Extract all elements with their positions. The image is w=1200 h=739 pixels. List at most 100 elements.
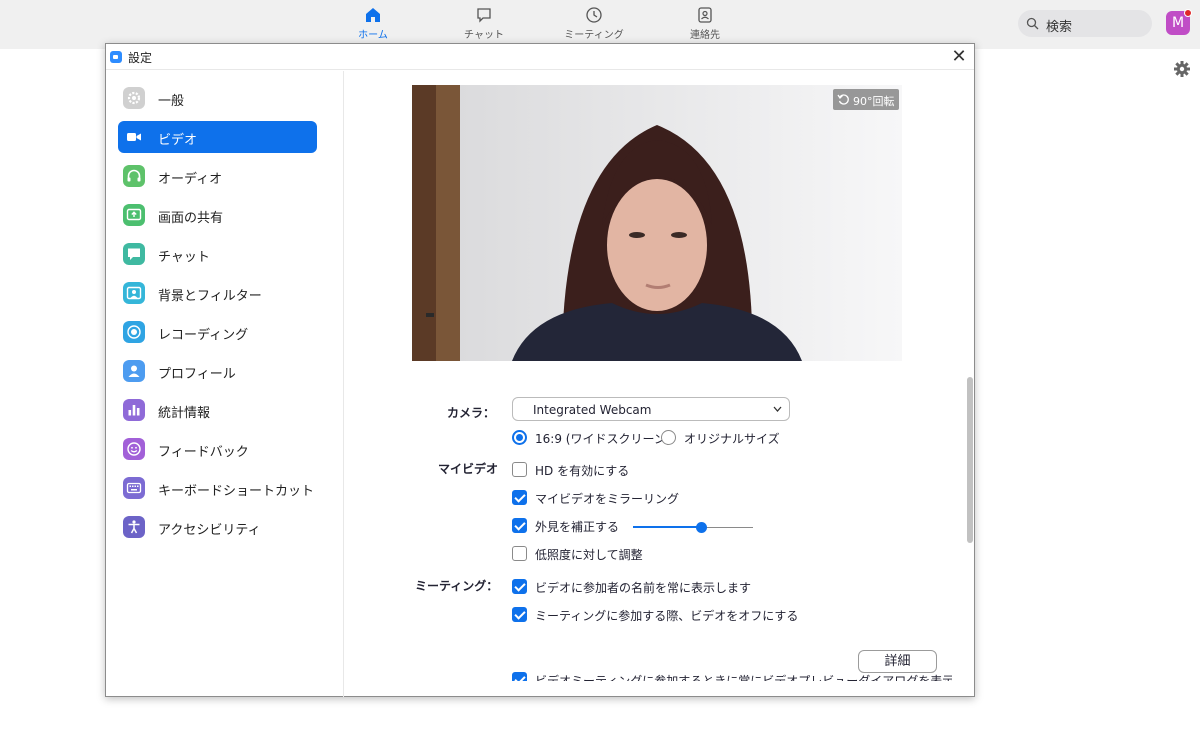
sidebar-item-audio[interactable]: オーディオ [118,160,317,192]
rotate-icon [837,94,849,105]
slider-fill [633,526,701,528]
radio-16-9-label: 16:9 (ワイドスクリーン) [535,432,671,446]
checkbox-turn-off-video[interactable] [512,607,527,622]
chat-bubble-icon [123,243,145,265]
sidebar-item-keyboard-shortcuts[interactable]: キーボードショートカット [118,472,317,504]
home-icon [366,8,380,22]
sidebar-item-label: キーボードショートカット [158,484,315,499]
sidebar-item-label: レコーディング [158,328,249,343]
nav-meetings-tab[interactable]: ミーティング [554,6,634,41]
my-video-label: マイビデオ [438,462,499,476]
aspect-ratio-group: 16:9 (ワイドスクリーン) オリジナルサイズ [512,429,812,447]
sidebar-item-label: 画面の共有 [158,211,224,226]
details-button[interactable]: 詳細 [858,650,937,673]
checkbox-touch-up[interactable] [512,518,527,533]
rotate-label: 90°回転 [853,95,895,108]
sidebar-item-label: オーディオ [158,172,223,187]
checkbox-mirror-video[interactable] [512,490,527,505]
gear-icon[interactable] [1173,60,1191,78]
background-icon [123,282,145,304]
sidebar-item-video[interactable]: ビデオ [118,121,317,153]
option-show-names[interactable]: ビデオに参加者の名前を常に表示します [512,578,812,596]
nav-chat-label: チャット [464,30,504,41]
sidebar-item-label: アクセシビリティ [158,523,261,538]
sidebar-item-label: ビデオ [158,133,198,148]
settings-dialog: 設定 ✕ 一般 ビデオ オーディオ 画面の共有 チャット 背景とフィルター レコ… [105,43,975,697]
sidebar-item-label: 一般 [158,94,185,109]
rotate-90-button[interactable]: 90°回転 [833,89,899,110]
option-label: HD を有効にする [535,464,630,478]
record-icon [123,321,145,343]
chat-icon [477,8,491,23]
nav-home-label: ホーム [358,30,388,41]
dialog-titlebar: 設定 ✕ [106,44,974,70]
option-label: ミーティングに参加する際、ビデオをオフにする [535,609,799,623]
sidebar-item-statistics[interactable]: 統計情報 [118,394,317,426]
contacts-icon [698,7,712,23]
option-label: 低照度に対して調整 [535,548,643,562]
sidebar-item-label: 統計情報 [158,406,211,421]
chevron-down-icon [773,406,782,412]
zoom-app-icon [110,51,122,63]
radio-original-size[interactable] [661,430,676,445]
touch-up-slider[interactable] [633,522,753,534]
sidebar-item-label: 背景とフィルター [158,289,262,304]
camera-select[interactable]: Integrated Webcam [512,397,790,421]
checkbox-show-names[interactable] [512,579,527,594]
share-screen-icon [123,204,145,226]
search-icon [1026,17,1039,30]
slider-thumb[interactable] [696,522,707,533]
sidebar-item-label: プロフィール [158,367,236,382]
radio-original-size-label: オリジナルサイズ [684,432,780,446]
option-label: マイビデオをミラーリング [535,492,680,506]
sidebar-item-share-screen[interactable]: 画面の共有 [118,199,317,231]
nav-home-tab[interactable]: ホーム [333,6,413,41]
notification-dot [1184,9,1192,17]
option-label: ビデオミーティングに参加するときに常にビデオプレビューダイアログを表示します [535,674,952,681]
camera-label: カメラ： [447,406,496,420]
option-turn-off-video[interactable]: ミーティングに参加する際、ビデオをオフにする [512,606,812,624]
nav-meetings-label: ミーティング [564,30,624,41]
option-mirror-video[interactable]: マイビデオをミラーリング [512,489,712,507]
sidebar-item-label: フィードバック [158,445,249,460]
accessibility-icon [123,516,145,538]
checkbox-enable-hd[interactable] [512,462,527,477]
search-label: 検索 [1046,20,1073,35]
nav-chat-tab[interactable]: チャット [444,6,524,41]
checkbox-low-light[interactable] [512,546,527,561]
camera-select-value: Integrated Webcam [533,403,652,417]
sidebar-item-profile[interactable]: プロフィール [118,355,317,387]
clock-icon [586,7,602,23]
stats-icon [123,399,145,421]
keyboard-icon [123,477,145,499]
settings-sidebar: 一般 ビデオ オーディオ 画面の共有 チャット 背景とフィルター レコーディング… [106,71,344,697]
sidebar-item-feedback[interactable]: フィードバック [118,433,317,465]
nav-contacts-label: 連絡先 [690,30,720,41]
headphones-icon [123,165,145,187]
video-camera-icon [123,126,145,148]
sidebar-item-recording[interactable]: レコーディング [118,316,317,348]
dialog-title: 設定 [128,51,153,65]
checkbox-preview-dialog[interactable] [512,672,527,681]
sidebar-item-background[interactable]: 背景とフィルター [118,277,317,309]
video-settings-panel: 90°回転 カメラ： Integrated Webcam 16:9 (ワイドスク… [345,71,974,697]
search-box[interactable]: 検索 [1018,10,1152,37]
radio-16-9[interactable] [512,430,527,445]
option-label: 外見を補正する [535,520,620,534]
option-enable-hd[interactable]: HD を有効にする [512,461,712,479]
sidebar-item-general[interactable]: 一般 [118,82,317,114]
sidebar-item-chat[interactable]: チャット [118,238,317,270]
sidebar-item-label: チャット [158,250,210,265]
feedback-icon [123,438,145,460]
close-button[interactable]: ✕ [948,46,970,68]
option-touch-up[interactable]: 外見を補正する [512,517,627,535]
content-scrollbar[interactable] [967,71,974,697]
camera-preview [412,85,902,361]
option-low-light[interactable]: 低照度に対して調整 [512,545,712,563]
webcam-person-image [412,85,902,361]
gear-icon [123,87,145,109]
scrollbar-thumb[interactable] [967,377,973,543]
sidebar-item-accessibility[interactable]: アクセシビリティ [118,511,317,543]
nav-contacts-tab[interactable]: 連絡先 [665,6,745,41]
profile-icon [123,360,145,382]
